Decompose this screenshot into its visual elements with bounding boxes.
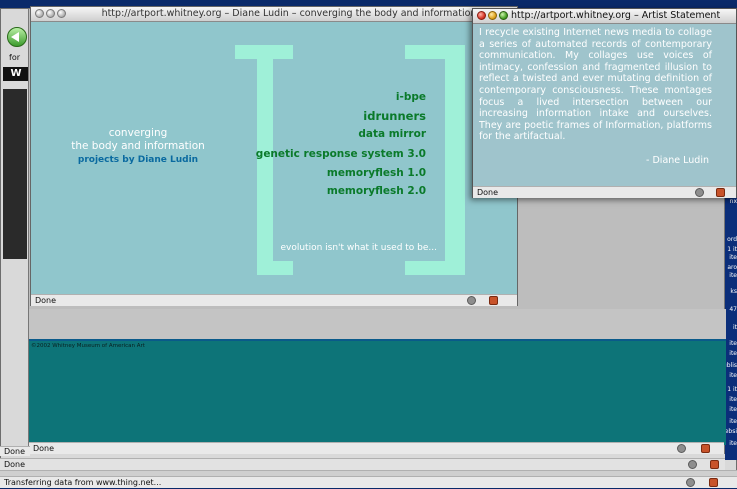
whitney-status-bar: Done — [29, 442, 724, 454]
strip-label: 1 it — [727, 246, 737, 253]
project-link-i-bpe[interactable]: i-bpe — [396, 91, 426, 103]
project-link-memoryflesh-1[interactable]: memoryflesh 1.0 — [327, 167, 426, 179]
left-bracket-stem — [257, 45, 273, 275]
byline-link[interactable]: projects by Diane Ludin — [31, 155, 245, 165]
security-icon — [688, 460, 697, 469]
left-label: for — [9, 53, 20, 62]
project-link-data-mirror[interactable]: data mirror — [358, 128, 426, 140]
right-bracket-bottom — [405, 261, 465, 275]
strip-label: ite — [729, 372, 737, 379]
status-text: Done — [33, 444, 55, 453]
artist-window: http://artport.whitney.org – Diane Ludin… — [30, 6, 518, 306]
status-text: Done — [35, 296, 57, 305]
statement-text: I recycle existing Internet news media t… — [479, 27, 712, 143]
project-link-idrunners[interactable]: idrunners — [363, 109, 426, 123]
transfer-status-text: Transferring data from www.thing.net... — [4, 478, 162, 487]
heading-line-2: the body and information — [71, 140, 205, 152]
window-title: http://artport.whitney.org – Artist Stat… — [511, 10, 721, 21]
strip-label: 1 it — [727, 386, 737, 393]
back-arrow-icon — [11, 32, 19, 42]
side-panel — [3, 89, 27, 259]
bottom-status-bar: Transferring data from www.thing.net... — [0, 476, 737, 488]
activity-icon — [710, 460, 719, 469]
strip-label: ite — [729, 440, 737, 447]
statement-status-bar: Done — [473, 186, 736, 198]
right-bracket-stem — [445, 45, 465, 275]
copyright-text: ©2002 Whitney Museum of American Art — [31, 343, 145, 349]
security-icon — [695, 188, 704, 197]
activity-icon — [701, 444, 710, 453]
back-status-bar-2: Done — [0, 458, 725, 470]
minimize-button[interactable] — [488, 11, 497, 20]
heading-line-1: converging — [108, 127, 168, 139]
security-icon — [467, 296, 476, 305]
strip-label: ite — [729, 254, 737, 261]
security-icon — [686, 478, 695, 487]
strip-label: ks — [730, 288, 737, 295]
statement-signature: - Diane Ludin — [646, 155, 709, 166]
strip-label: it — [732, 324, 737, 331]
window-title: http://artport.whitney.org – Diane Ludin… — [101, 8, 477, 19]
strip-label: ord — [727, 236, 737, 243]
artist-status-bar: Done — [31, 294, 517, 306]
close-button[interactable] — [35, 9, 44, 18]
minimize-button[interactable] — [46, 9, 55, 18]
strip-label: aro — [727, 264, 737, 271]
strip-label: nx — [729, 198, 737, 205]
artist-window-titlebar[interactable]: http://artport.whitney.org – Diane Ludin… — [31, 7, 517, 22]
status-text: Done — [477, 188, 499, 197]
status-text: Done — [4, 447, 26, 456]
window-controls — [477, 11, 510, 23]
tagline: evolution isn't what it used to be... — [280, 243, 437, 253]
strip-label: ite — [729, 418, 737, 425]
activity-icon — [489, 296, 498, 305]
zoom-button[interactable] — [499, 11, 508, 20]
activity-icon — [709, 478, 718, 487]
statement-window: http://artport.whitney.org – Artist Stat… — [472, 8, 737, 198]
strip-label: 47 — [729, 306, 737, 313]
strip-label: ite — [729, 350, 737, 357]
strip-label: ite — [729, 340, 737, 347]
whitney-logo-icon: W — [3, 67, 29, 81]
security-icon — [677, 444, 686, 453]
back-status-bar-1: Done — [0, 446, 30, 456]
close-button[interactable] — [477, 11, 486, 20]
right-link-strip: nx ord 1 it ite aro ite ks 47 it ite ite… — [723, 190, 737, 460]
strip-label: ite — [729, 396, 737, 403]
project-link-genetic-response[interactable]: genetic response system 3.0 — [256, 148, 426, 160]
strip-label: ite — [729, 272, 737, 279]
strip-label: ebsi — [724, 428, 737, 435]
project-link-memoryflesh-2[interactable]: memoryflesh 2.0 — [327, 185, 426, 197]
gray-band — [29, 309, 726, 339]
teal-panel: ©2002 Whitney Museum of American Art — [29, 339, 726, 445]
left-bracket-bottom — [257, 261, 293, 275]
strip-label: ite — [729, 406, 737, 413]
status-text: Done — [4, 460, 26, 469]
activity-icon — [716, 188, 725, 197]
statement-window-titlebar[interactable]: http://artport.whitney.org – Artist Stat… — [473, 9, 736, 24]
back-button[interactable] — [7, 27, 27, 47]
